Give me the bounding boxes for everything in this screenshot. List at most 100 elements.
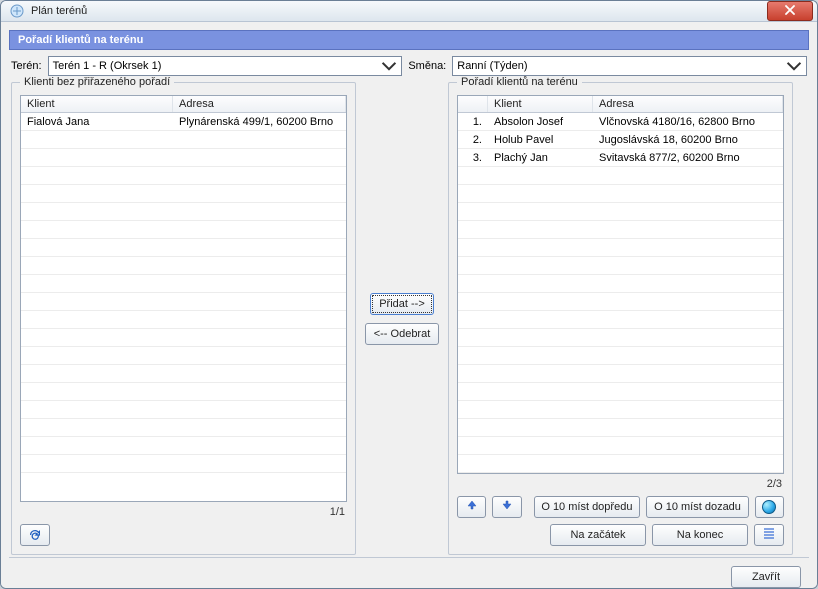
cell-num bbox=[458, 301, 488, 303]
section-title: Pořadí klientů na terénu bbox=[9, 30, 809, 50]
unassigned-row bbox=[21, 311, 346, 329]
assigned-grid[interactable]: Klient Adresa 1.Absolon JosefVlčnovská 4… bbox=[457, 95, 784, 474]
assigned-row bbox=[458, 455, 783, 473]
unassigned-grid[interactable]: Klient Adresa Fialová JanaPlynárenská 49… bbox=[20, 95, 347, 502]
cell-num bbox=[458, 391, 488, 393]
cell-klient bbox=[488, 409, 593, 411]
assigned-grid-header: Klient Adresa bbox=[458, 96, 783, 113]
col-adresa[interactable]: Adresa bbox=[173, 96, 346, 112]
cell-klient bbox=[488, 229, 593, 231]
cell-num bbox=[458, 247, 488, 249]
unassigned-grid-body: Fialová JanaPlynárenská 499/1, 60200 Brn… bbox=[21, 113, 346, 501]
cell-num bbox=[458, 427, 488, 429]
forward-10-button[interactable]: O 10 míst dopředu bbox=[534, 496, 641, 518]
close-window-button[interactable] bbox=[767, 1, 813, 21]
cell-adresa bbox=[593, 229, 783, 231]
cell-num: 3. bbox=[458, 151, 488, 165]
cell-klient bbox=[21, 373, 173, 375]
app-icon bbox=[9, 3, 25, 19]
back-10-button[interactable]: O 10 míst dozadu bbox=[646, 496, 749, 518]
unassigned-row bbox=[21, 419, 346, 437]
assigned-row bbox=[458, 383, 783, 401]
client-area: Pořadí klientů na terénu Terén: Terén 1 … bbox=[1, 22, 817, 589]
unassigned-grid-header: Klient Adresa bbox=[21, 96, 346, 113]
cell-klient: Fialová Jana bbox=[21, 115, 173, 129]
smena-select[interactable]: Ranní (Týden) bbox=[452, 56, 807, 76]
order-buttons-row-1: O 10 míst dopředu O 10 míst dozadu bbox=[457, 496, 784, 518]
add-button[interactable]: Přidat --> bbox=[370, 293, 434, 315]
cell-num bbox=[458, 409, 488, 411]
cell-adresa: Jugoslávská 18, 60200 Brno bbox=[593, 133, 783, 147]
cell-klient bbox=[21, 391, 173, 393]
unassigned-row[interactable]: Fialová JanaPlynárenská 499/1, 60200 Brn… bbox=[21, 113, 346, 131]
cell-adresa bbox=[173, 337, 346, 339]
unassigned-row bbox=[21, 365, 346, 383]
cell-adresa bbox=[593, 211, 783, 213]
unassigned-row bbox=[21, 401, 346, 419]
close-button[interactable]: Zavřít bbox=[731, 566, 801, 588]
cell-adresa bbox=[173, 427, 346, 429]
cell-adresa: Vlčnovská 4180/16, 62800 Brno bbox=[593, 115, 783, 129]
assigned-row[interactable]: 1.Absolon JosefVlčnovská 4180/16, 62800 … bbox=[458, 113, 783, 131]
cell-adresa bbox=[593, 265, 783, 267]
cell-klient bbox=[488, 319, 593, 321]
assigned-row bbox=[458, 275, 783, 293]
refresh-button[interactable] bbox=[20, 524, 50, 546]
list-icon bbox=[762, 526, 776, 544]
cell-klient bbox=[21, 157, 173, 159]
col-klient[interactable]: Klient bbox=[488, 96, 593, 112]
cell-klient bbox=[21, 175, 173, 177]
cell-klient: Plachý Jan bbox=[488, 151, 593, 165]
cell-klient bbox=[21, 247, 173, 249]
cell-klient bbox=[488, 211, 593, 213]
cell-adresa bbox=[593, 283, 783, 285]
assigned-row[interactable]: 3.Plachý JanSvitavská 877/2, 60200 Brno bbox=[458, 149, 783, 167]
assigned-row bbox=[458, 437, 783, 455]
cell-adresa bbox=[173, 247, 346, 249]
assigned-row bbox=[458, 257, 783, 275]
cell-num bbox=[458, 355, 488, 357]
unassigned-panel: Klienti bez přiřazeného pořadí Klient Ad… bbox=[11, 82, 356, 555]
cell-adresa bbox=[593, 319, 783, 321]
remove-button[interactable]: <-- Odebrat bbox=[365, 323, 440, 345]
cell-num bbox=[458, 283, 488, 285]
cell-num bbox=[458, 229, 488, 231]
assigned-row bbox=[458, 293, 783, 311]
cell-klient: Holub Pavel bbox=[488, 133, 593, 147]
cell-klient bbox=[488, 463, 593, 465]
transfer-buttons: Přidat --> <-- Odebrat bbox=[362, 82, 442, 555]
move-down-button[interactable] bbox=[492, 496, 521, 518]
cell-adresa bbox=[173, 409, 346, 411]
cell-adresa bbox=[173, 391, 346, 393]
cell-klient bbox=[21, 301, 173, 303]
dialog-footer: Zavřít bbox=[9, 557, 809, 589]
assigned-row bbox=[458, 329, 783, 347]
unassigned-row bbox=[21, 275, 346, 293]
cell-klient bbox=[488, 373, 593, 375]
col-klient[interactable]: Klient bbox=[21, 96, 173, 112]
smena-label: Směna: bbox=[408, 60, 446, 72]
cell-num: 1. bbox=[458, 115, 488, 129]
cell-klient bbox=[21, 427, 173, 429]
teren-select[interactable]: Terén 1 - R (Okrsek 1) bbox=[48, 56, 403, 76]
to-start-button[interactable]: Na začátek bbox=[550, 524, 646, 546]
assigned-row bbox=[458, 419, 783, 437]
cell-adresa bbox=[173, 445, 346, 447]
cell-klient bbox=[21, 355, 173, 357]
close-icon bbox=[785, 5, 795, 18]
cell-num bbox=[458, 373, 488, 375]
move-up-button[interactable] bbox=[457, 496, 486, 518]
cell-num bbox=[458, 337, 488, 339]
globe-button[interactable] bbox=[755, 496, 784, 518]
unassigned-row bbox=[21, 383, 346, 401]
cell-adresa bbox=[593, 409, 783, 411]
col-adresa[interactable]: Adresa bbox=[593, 96, 783, 112]
unassigned-panel-title: Klienti bez přiřazeného pořadí bbox=[20, 76, 174, 88]
assigned-row[interactable]: 2.Holub PavelJugoslávská 18, 60200 Brno bbox=[458, 131, 783, 149]
cell-klient bbox=[21, 445, 173, 447]
list-button[interactable] bbox=[754, 524, 784, 546]
unassigned-page-counter: 1/1 bbox=[20, 502, 347, 518]
to-end-button[interactable]: Na konec bbox=[652, 524, 748, 546]
col-num[interactable] bbox=[458, 96, 488, 112]
cell-adresa bbox=[593, 427, 783, 429]
